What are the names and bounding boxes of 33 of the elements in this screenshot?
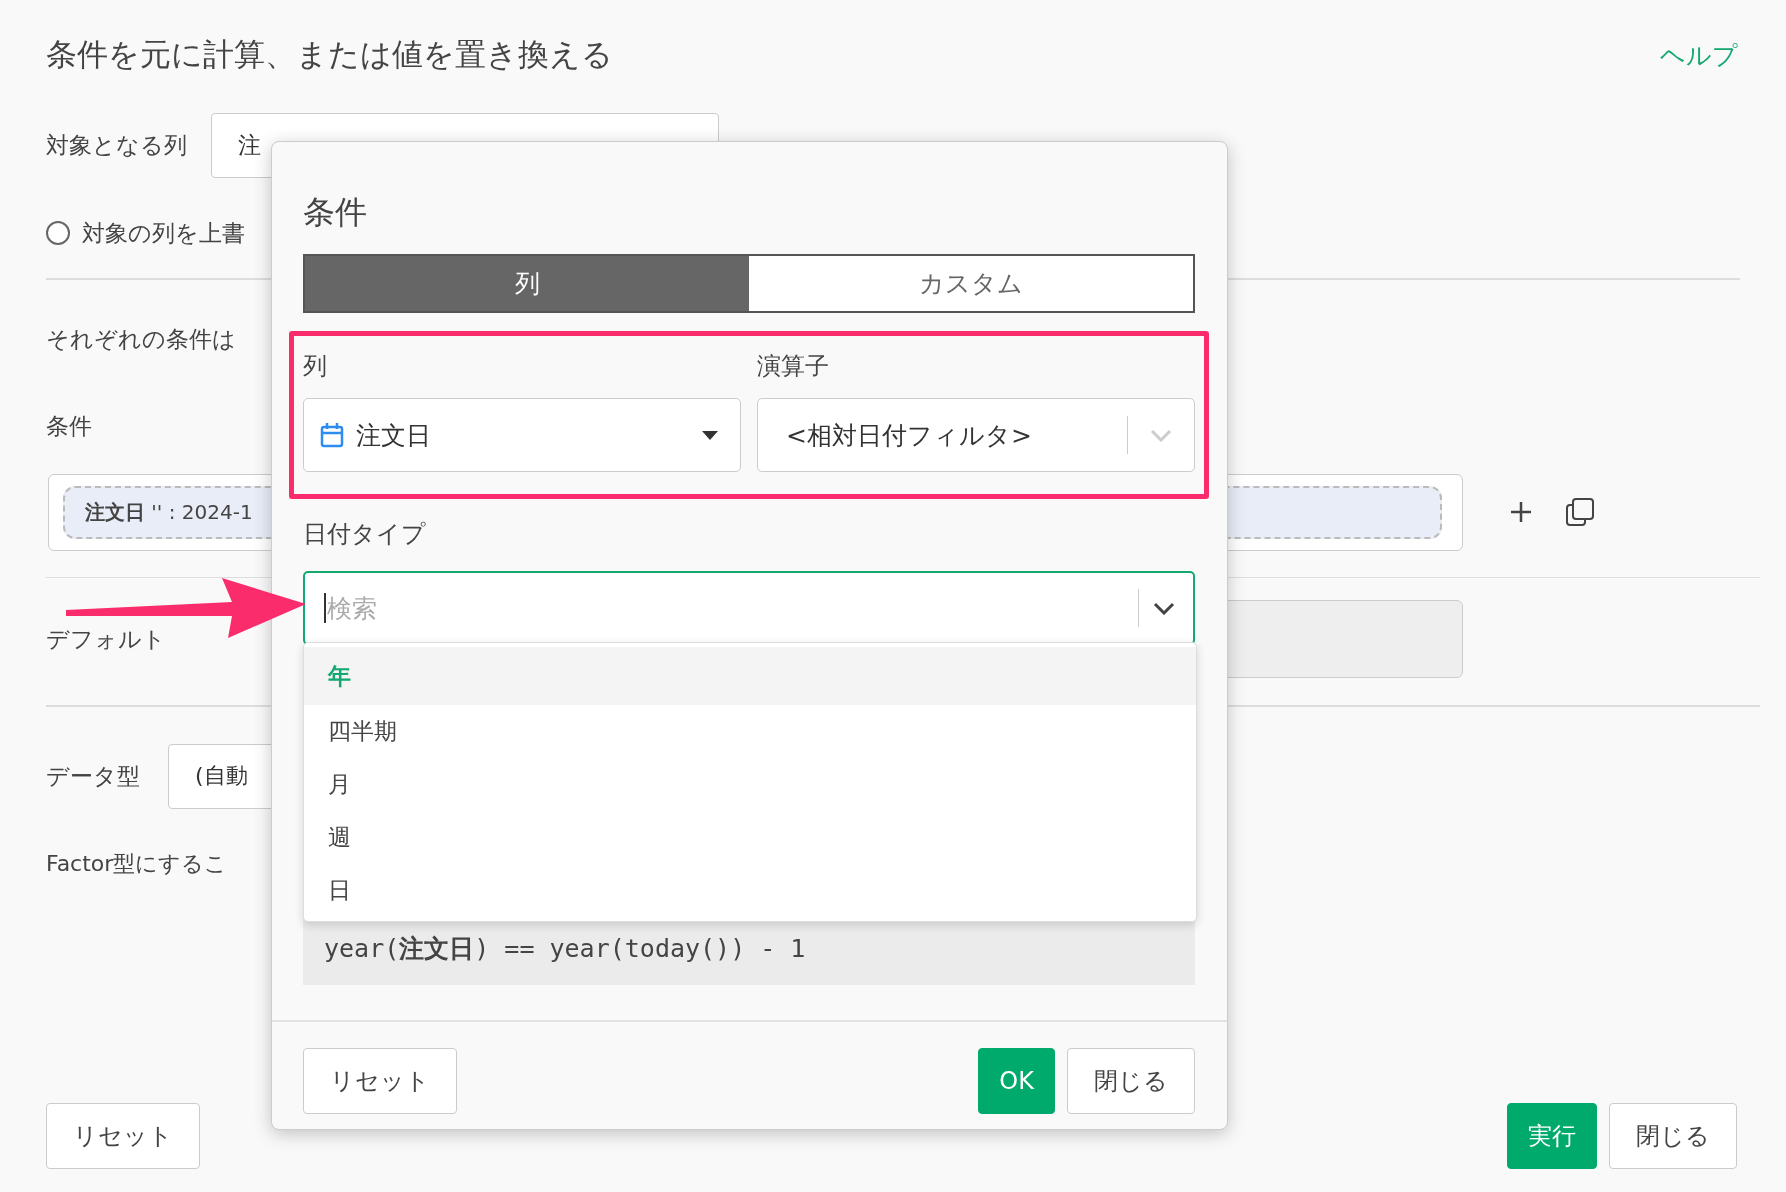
caret-icon [702,430,718,440]
menu-option[interactable]: 四半期 [304,705,1196,758]
field-label: デフォルト [46,624,166,654]
field-label: 列 [303,351,327,382]
menu-option[interactable]: 週 [304,811,1196,864]
segment-tab[interactable]: カスタム [749,256,1193,311]
menu-option[interactable]: 月 [304,758,1196,811]
column-select[interactable]: 注文日 [303,398,741,472]
page-title: 条件を元に計算、または値を置き換える [46,35,613,74]
search-field[interactable]: 検索 [303,571,1195,645]
chevron-down-icon [1153,602,1175,615]
segment-tab[interactable]: 列 [305,256,749,311]
field-label: データ型 [46,761,140,791]
select-value: <相対日付フィルタ> [786,419,1033,452]
instruction-text: それぞれの条件は [46,325,236,354]
close-button[interactable]: 閉じる [1609,1102,1737,1169]
field-label: 日付タイプ [303,519,427,550]
copy-icon[interactable] [1565,497,1595,527]
section-label: 条件 [46,412,92,441]
field-label: 対象となる列 [46,131,187,160]
chevron-down-icon [1150,428,1172,442]
radio-button[interactable] [46,221,70,245]
select-value: 注文日 [356,419,432,452]
reset-button[interactable]: リセット [46,1102,200,1169]
add-icon[interactable] [1509,500,1533,524]
calendar-icon [320,422,344,448]
close-button[interactable]: 閉じる [1067,1047,1195,1114]
field-label: 演算子 [757,351,829,382]
dialog-title: 条件 [303,192,368,233]
note-text: Factor型にするこ [46,849,228,878]
radio-label: 対象の列を上書 [82,218,245,248]
operator-select[interactable]: <相対日付フィルタ> [757,398,1195,472]
reset-button[interactable]: リセット [303,1047,457,1114]
